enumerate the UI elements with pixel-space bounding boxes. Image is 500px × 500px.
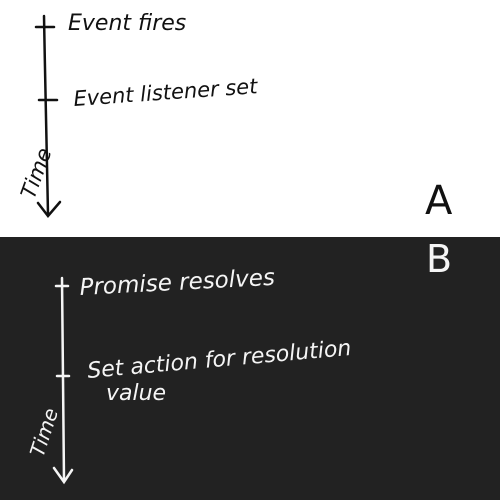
event-label: Event fires bbox=[68, 11, 186, 36]
axis-label: Time bbox=[16, 145, 56, 202]
event-label: Promise resolves bbox=[79, 265, 276, 301]
panel-label: A bbox=[425, 178, 453, 224]
timeline-axis-b bbox=[60, 276, 66, 482]
timeline-diagram: Event fires Event listener set Time A Pr… bbox=[16, 11, 453, 485]
event-label: Set action for resolution bbox=[86, 336, 352, 384]
event-label: Event listener set bbox=[73, 74, 259, 111]
axis-label: Time bbox=[25, 405, 63, 460]
panel-label: B bbox=[426, 237, 452, 281]
event-label: value bbox=[106, 381, 166, 406]
